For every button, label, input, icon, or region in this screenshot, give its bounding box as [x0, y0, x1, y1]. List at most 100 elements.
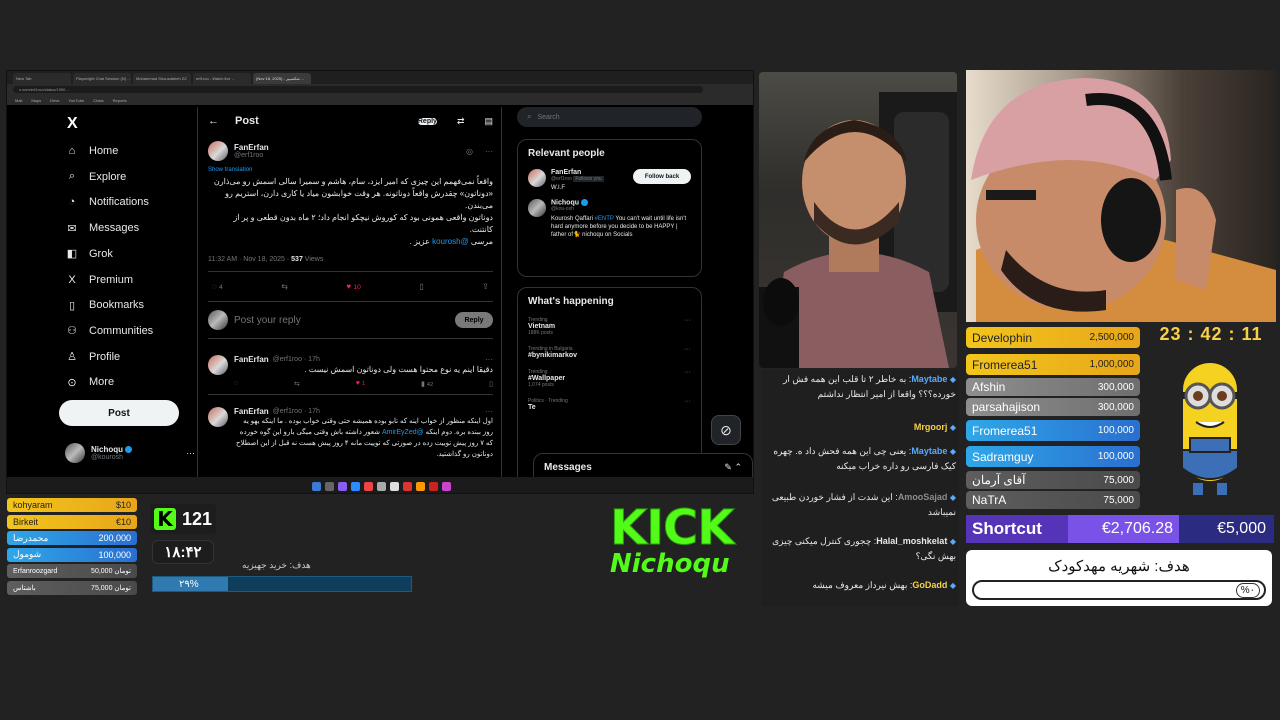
- os-taskbar: [7, 477, 753, 493]
- taskbar-app-icon[interactable]: [441, 481, 451, 491]
- nav-item-communities[interactable]: ⚇ Communities: [59, 321, 199, 341]
- taskbar-app-icon[interactable]: [428, 481, 438, 491]
- retweet-icon[interactable]: ⇆: [294, 380, 300, 388]
- like-icon[interactable]: ♥ 10: [346, 282, 360, 291]
- taskbar-app-icon[interactable]: [402, 481, 412, 491]
- bookmark-item[interactable]: Maps: [31, 98, 41, 103]
- taskbar-app-icon[interactable]: [376, 481, 386, 491]
- more-dots-icon[interactable]: ···: [684, 346, 691, 353]
- tweet-author[interactable]: FanErfan: [234, 355, 269, 364]
- mention-link[interactable]: @kourosh: [432, 237, 469, 246]
- taskbar-app-icon[interactable]: [389, 481, 399, 491]
- chat-message: ◆ GoDadd: بهش نیرداز معروف میشه: [766, 578, 956, 593]
- person-name[interactable]: FanErfan: [551, 169, 628, 176]
- donor-amount: $10: [115, 500, 131, 510]
- search-input[interactable]: Search: [537, 114, 559, 121]
- tweet-handle[interactable]: @erf1roo · 17h: [273, 356, 320, 363]
- reply-icon[interactable]: ◌ 4: [212, 282, 223, 291]
- trend-item[interactable]: Trending in Bulgaria #bynikimarkov ···: [528, 346, 691, 359]
- bookmark-icon[interactable]: ▯: [489, 380, 493, 388]
- grok-icon[interactable]: ◎: [466, 147, 473, 156]
- nav-item-notifications[interactable]: ◔ Notifications: [59, 192, 199, 212]
- nav-item-premium[interactable]: X Premium: [59, 270, 199, 290]
- follow-back-button[interactable]: Follow back: [633, 169, 691, 184]
- chat-username[interactable]: Halal_moshkelat: [876, 536, 947, 546]
- reply-submit-button[interactable]: Reply: [455, 312, 493, 328]
- bookmark-item[interactable]: Chats: [93, 98, 103, 103]
- trend-item[interactable]: Trending #Wallpaper 1,074 posts ···: [528, 369, 691, 388]
- nav-item-home[interactable]: ⌂ Home: [59, 141, 199, 161]
- browser-tab-active[interactable]: (Nov 18, 2025) - شکسپیر ...: [253, 73, 311, 84]
- more-dots-icon[interactable]: ···: [186, 448, 195, 458]
- browser-tab[interactable]: New Tab: [13, 73, 71, 84]
- person-name[interactable]: Nichoqu: [551, 199, 579, 206]
- bookmark-item[interactable]: YouTube: [68, 98, 84, 103]
- reply-icon[interactable]: ◌: [234, 380, 238, 388]
- trend-item[interactable]: Trending Vietnam 188K posts ···: [528, 317, 691, 336]
- share-icon[interactable]: ⇪: [482, 282, 489, 291]
- bookmark-icon[interactable]: ▯: [419, 282, 423, 291]
- nav-item-more[interactable]: ⊙ More: [59, 372, 199, 392]
- chat-username[interactable]: GoDadd: [912, 580, 947, 590]
- more-dots-icon[interactable]: ···: [485, 355, 493, 364]
- chat-username[interactable]: Maytabe: [911, 446, 947, 456]
- more-dots-icon[interactable]: ···: [684, 369, 691, 376]
- browser-tab[interactable]: Playwright Chat Session (N) …: [73, 73, 131, 84]
- chat-username[interactable]: Maytabe: [911, 374, 947, 384]
- nav-item-messages[interactable]: ✉ Messages: [59, 218, 199, 238]
- reply-input[interactable]: Post your reply: [234, 315, 301, 326]
- browser-tab[interactable]: Mohammad Sirousdaheh ZZ: [133, 73, 191, 84]
- show-translation-link[interactable]: Show translation: [208, 167, 493, 173]
- mention-link[interactable]: @AmirEyZed: [382, 429, 424, 436]
- taskbar-app-icon[interactable]: [363, 481, 373, 491]
- bookmark-item[interactable]: Drive: [50, 98, 59, 103]
- browser-tab[interactable]: erf1roo - Watch live ...: [193, 73, 251, 84]
- more-dots-icon[interactable]: ···: [485, 147, 493, 156]
- grok-fab-icon[interactable]: ⊘: [711, 415, 741, 445]
- chat-message: ◆ Maytabe: به خاطر ۲ تا قلب این همه فش ا…: [766, 372, 956, 401]
- reply-header-button[interactable]: Reply: [417, 117, 437, 125]
- bookmark-item[interactable]: Reports: [113, 98, 127, 103]
- like-icon[interactable]: ♥ 1: [356, 380, 365, 388]
- nav-item-explore[interactable]: ⌕ Explore: [59, 167, 199, 187]
- reader-icon[interactable]: ▤: [484, 116, 493, 127]
- tweet-author[interactable]: FanErfan: [234, 407, 269, 416]
- avatar[interactable]: [208, 355, 228, 375]
- tweet-author[interactable]: FanErfan: [234, 143, 269, 152]
- avatar[interactable]: [208, 407, 228, 427]
- chat-message: ◆ AmooSajad: این شدت از فشار خوردن طبیعی…: [766, 490, 956, 519]
- start-icon[interactable]: [311, 481, 321, 491]
- more-dots-icon[interactable]: ···: [684, 398, 691, 405]
- filter-icon[interactable]: ⇄: [453, 116, 469, 127]
- search-box[interactable]: ⌕ Search: [517, 107, 702, 127]
- avatar[interactable]: [208, 141, 228, 161]
- person-row[interactable]: Nichoqu @kou-osh Kourosh Qaffari #ENTP Y…: [528, 199, 691, 239]
- expand-icon[interactable]: ✎ ⌃: [724, 462, 742, 473]
- bookmark-item[interactable]: Mail: [15, 98, 22, 103]
- goal-current: €2,706.28: [1068, 515, 1179, 543]
- x-logo-icon[interactable]: X: [67, 115, 78, 133]
- taskbar-app-icon[interactable]: [337, 481, 347, 491]
- person-row[interactable]: FanErfan @erf1roo Follows you W.I.F Foll…: [528, 169, 691, 191]
- retweet-icon[interactable]: ⇆: [281, 282, 288, 291]
- more-dots-icon[interactable]: ···: [485, 407, 493, 416]
- tweet-handle[interactable]: @erf1roo: [234, 152, 269, 159]
- chat-username[interactable]: Mrgoorj: [914, 422, 948, 432]
- back-arrow-icon[interactable]: ←: [208, 115, 219, 127]
- views-icon[interactable]: ▮ 42: [421, 380, 433, 388]
- chat-username[interactable]: AmooSajad: [898, 492, 948, 502]
- taskbar-app-icon[interactable]: [350, 481, 360, 491]
- hashtag-link[interactable]: #ENTP: [595, 216, 614, 222]
- account-switcher[interactable]: Nichoqu @kourosh ···: [65, 439, 195, 467]
- nav-item-bookmarks[interactable]: ▯ Bookmarks: [59, 295, 199, 315]
- post-button[interactable]: Post: [59, 400, 179, 426]
- nav-item-grok[interactable]: ◧ Grok: [59, 244, 199, 264]
- url-field[interactable]: x.com/erf1roo/status/1990…: [13, 86, 703, 93]
- nav-item-profile[interactable]: ♙ Profile: [59, 347, 199, 367]
- nav-item-label: Bookmarks: [89, 299, 145, 312]
- trend-item[interactable]: Politics · Trending Te ···: [528, 398, 691, 411]
- more-dots-icon[interactable]: ···: [684, 317, 691, 324]
- taskbar-app-icon[interactable]: [415, 481, 425, 491]
- taskbar-app-icon[interactable]: [324, 481, 334, 491]
- tweet-handle[interactable]: @erf1roo · 17h: [273, 408, 320, 415]
